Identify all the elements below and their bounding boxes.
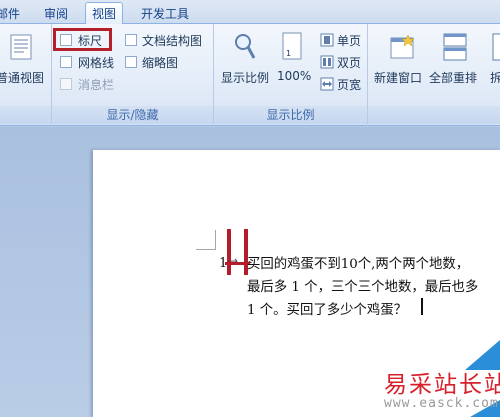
text-cursor bbox=[421, 298, 423, 315]
gridlines-checkbox[interactable] bbox=[60, 56, 72, 68]
document-map-checkbox[interactable] bbox=[125, 34, 137, 46]
zoom-group: 显示比例 1 100% 单页 双页 页宽 显示比例 bbox=[214, 24, 368, 126]
hundred-percent-icon: 1 bbox=[282, 32, 302, 60]
document-text-line-1[interactable]: 买回的鸡蛋不到10个,两个两个地数， bbox=[247, 252, 469, 272]
indent-marker-left-bar bbox=[227, 229, 231, 275]
two-pages-icon bbox=[320, 55, 334, 69]
zoom-group-label: 显示比例 bbox=[214, 106, 367, 124]
draft-view-button[interactable]: 普通视图 bbox=[0, 69, 44, 86]
message-bar-checkbox bbox=[60, 78, 72, 90]
show-hide-group-label: 显示/隐藏 bbox=[52, 106, 213, 124]
split-button[interactable]: 拆 bbox=[490, 69, 500, 86]
watermark-url: www.easck.com bbox=[384, 396, 499, 411]
new-window-icon bbox=[390, 34, 415, 59]
new-window-button[interactable]: 新建窗口 bbox=[374, 69, 422, 86]
tab-mailings[interactable]: 邮件 bbox=[0, 5, 20, 22]
one-page-icon bbox=[320, 33, 334, 47]
arrange-all-icon bbox=[443, 33, 467, 61]
document-map-label[interactable]: 文档结构图 bbox=[142, 32, 202, 49]
ribbon-tab-row: 邮件 审阅 视图 开发工具 bbox=[0, 0, 500, 25]
message-bar-label: 消息栏 bbox=[78, 78, 115, 92]
tab-developer[interactable]: 开发工具 bbox=[141, 5, 189, 22]
document-text-line-2[interactable]: 最后多 1 个，三个三个地数，最后也多 bbox=[247, 275, 478, 295]
document-views-group: 普通视图 bbox=[0, 24, 52, 126]
tab-view[interactable]: 视图 bbox=[85, 2, 124, 25]
gridlines-label[interactable]: 网格线 bbox=[78, 54, 114, 71]
svg-text:1: 1 bbox=[286, 49, 291, 58]
thumbnails-label[interactable]: 缩略图 bbox=[142, 54, 178, 71]
magnifier-icon bbox=[235, 34, 256, 59]
page-width-icon bbox=[320, 77, 334, 91]
page-width-button[interactable]: 页宽 bbox=[337, 76, 361, 93]
one-page-button[interactable]: 单页 bbox=[337, 32, 361, 49]
thumbnails-checkbox[interactable] bbox=[125, 56, 137, 68]
window-group: 新建窗口 全部重排 拆 bbox=[368, 24, 500, 126]
zoom-button[interactable]: 显示比例 bbox=[221, 69, 269, 86]
ruler-highlight-box bbox=[53, 28, 112, 51]
page-margin-corner-mark bbox=[196, 230, 216, 250]
arrange-all-button[interactable]: 全部重排 bbox=[429, 69, 477, 86]
window-group-label bbox=[368, 106, 500, 124]
watermark-site-name: 易采站长站 bbox=[384, 372, 500, 398]
tab-review[interactable]: 审阅 bbox=[44, 5, 68, 22]
document-views-group-label bbox=[0, 106, 51, 124]
draft-view-icon bbox=[10, 34, 32, 60]
two-pages-button[interactable]: 双页 bbox=[337, 54, 361, 71]
document-text-line-3[interactable]: 1 个。买回了多少个鸡蛋？ bbox=[247, 298, 407, 318]
split-icon bbox=[492, 33, 500, 61]
hundred-percent-button[interactable]: 100% bbox=[277, 69, 311, 83]
